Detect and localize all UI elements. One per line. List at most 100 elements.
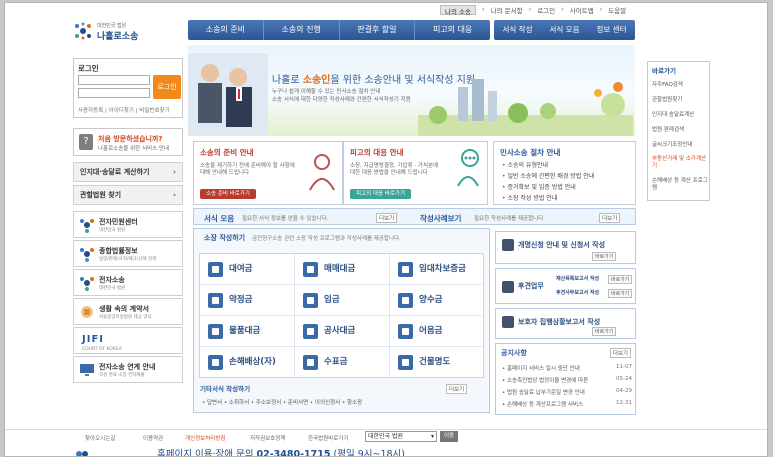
sample-cases-more-button[interactable]: 더보기 — [599, 213, 621, 223]
nav-form-writing[interactable]: 서식 작성 — [494, 20, 541, 40]
login-links[interactable]: 사용자등록 | 아이디찾기 | 비밀번호찾기 — [78, 106, 170, 114]
banner-legal-info[interactable]: 종합법률정보 법령/판례/규칙/예규/선례 검색 — [73, 240, 183, 267]
footer-copyright-link[interactable]: 저작권보호정책 — [250, 434, 285, 442]
form-collection-more-button[interactable]: 더보기 — [376, 213, 398, 223]
document-icon — [208, 293, 223, 308]
other-forms-more-button[interactable]: 더보기 — [446, 384, 468, 394]
site-logo[interactable]: 대한민국 법원 나홀로소송 — [73, 19, 153, 45]
quick-link-find-court[interactable]: 관할법원찾기 — [652, 97, 708, 104]
document-icon — [398, 262, 413, 277]
name-change-box[interactable]: 개명신청 안내 및 신청서 작성 바로가기 — [495, 231, 636, 264]
protective-report-box[interactable]: 보호자 집행상황보고서 작성 바로가기 — [495, 308, 636, 339]
footer-directions-link[interactable]: 찾아오시는길 — [85, 434, 115, 442]
login-link[interactable]: 로그인 — [537, 5, 555, 15]
user-id-input[interactable] — [78, 75, 150, 85]
sub-nav: 서식 작성 서식 모음 정보 센터 — [494, 20, 635, 40]
claim-check[interactable]: 수표금 — [295, 347, 390, 378]
document-icon — [502, 239, 514, 251]
complaint-writer-title: 소장 작성하기 — [204, 234, 246, 242]
banner-jifi[interactable]: JIFI COURT OF KOREA — [73, 327, 183, 354]
nav-after-judgment[interactable]: 판결후 할일 — [340, 20, 416, 40]
nav-defendant-response[interactable]: 피고의 대응 — [415, 20, 490, 40]
nav-lawsuit-progress[interactable]: 소송의 진행 — [264, 20, 340, 40]
guardian-report-label: 후견사무보고서 작성 — [556, 290, 600, 296]
claim-wages[interactable]: 임금 — [295, 285, 390, 316]
quick-link-faq[interactable]: 자주FAQ검색 — [652, 82, 708, 89]
quick-link-damages-calc[interactable]: 손해배상 등 계산 프로그램 — [652, 178, 708, 192]
claim-sale-price[interactable]: 매매대금 — [295, 254, 390, 285]
sample-cases-title: 작성사례보기 — [420, 214, 462, 223]
chat-person-icon — [457, 149, 479, 187]
notice-item[interactable]: • 법원 송달료 납부기준일 변경 안내 04-29 — [502, 388, 632, 396]
procedure-link[interactable]: 소송의 유형안내 — [502, 160, 548, 169]
notice-item[interactable]: • 홈페이지 서비스 일시 중단 안내 11-07 — [502, 364, 632, 372]
court-site-select[interactable]: 대한민국 법원 ▾ — [365, 431, 437, 442]
banner-e-litigation-link[interactable]: 전자소송 연계 안내 작성 완료 소장 전자제출 — [73, 356, 183, 383]
password-input[interactable] — [78, 88, 150, 98]
logo-title: 나홀로소송 — [97, 32, 139, 42]
footer-privacy-link[interactable]: 개인정보처리방침 — [185, 434, 225, 442]
my-lawsuit-link[interactable]: 나의 소송 — [440, 5, 476, 16]
first-visit-subtitle: 나홀로소송을 위한 서비스 안내 — [98, 146, 170, 152]
quick-link-property-calc[interactable]: 부동산거래 및 소가계산기 — [652, 156, 708, 170]
defendant-response-box: 피고의 대응 안내 소장, 지급명령결정, 가압류 · 가처분에 대한 대응 방법… — [343, 141, 488, 205]
procedure-link[interactable]: 일반 소송에 간편한 배경 방법 안내 — [502, 171, 594, 180]
notice-item[interactable]: • 손해배상 등 계산프로그램 서비스 12-31 — [502, 400, 632, 408]
my-documents-link[interactable]: 나의 문서함 — [491, 5, 523, 15]
city-illustration — [418, 79, 633, 136]
sitemap-link[interactable]: 사이트맵 — [570, 5, 594, 15]
document-icon — [303, 355, 318, 370]
nav-form-collection[interactable]: 서식 모음 — [541, 20, 588, 40]
go-button[interactable]: 이동 — [440, 431, 458, 442]
property-report-shortcut[interactable]: 바로가기 — [608, 275, 633, 284]
document-icon — [208, 324, 223, 339]
quick-link-font-size[interactable]: 글씨크기조정안내 — [652, 142, 708, 149]
defendant-response-button[interactable]: 피고의 대응 바로가기 — [350, 189, 412, 199]
login-button[interactable]: 로그인 — [153, 75, 181, 99]
login-box: 로그인 로그인 사용자등록 | 아이디찾기 | 비밀번호찾기 — [73, 58, 183, 118]
banner-contracts[interactable]: 생활 속의 계약서 서울중앙지방법원 제공 양식 — [73, 298, 183, 325]
protective-report-shortcut[interactable]: 바로가기 — [592, 327, 617, 336]
nav-info-center[interactable]: 정보 센터 — [588, 20, 635, 40]
claim-transfer-money[interactable]: 양수금 — [390, 285, 485, 316]
procedure-link[interactable]: 소장 작성 방법 안내 — [502, 193, 557, 202]
page: 나의 소송 › 나의 문서함 › 로그인 › 사이트맵 › 도움말 대한민국 법원 나홀… — [4, 2, 768, 457]
banner-e-civil-center[interactable]: 전자민원센터 대한민국 법원 — [73, 211, 183, 238]
claim-damages-car[interactable]: 손해배상(자) — [200, 347, 295, 378]
nav-lawsuit-prep[interactable]: 소송의 준비 — [188, 20, 264, 40]
notice-item[interactable]: • 소송촉진법상 법정이율 변경에 따른 05-24 — [502, 376, 632, 384]
guardian-report-shortcut[interactable]: 바로가기 — [608, 289, 633, 298]
claim-agreed-money[interactable]: 약정금 — [200, 285, 295, 316]
lawsuit-prep-button[interactable]: 소송 준비 바로가기 — [200, 189, 256, 199]
claim-loan[interactable]: 대여금 — [200, 254, 295, 285]
procedure-link[interactable]: 증거확보 및 입증 방법 안내 — [502, 182, 575, 191]
banner-e-litigation[interactable]: 전자소송 대한민국 법원 — [73, 269, 183, 296]
quick-link-fee[interactable]: 인지대·송달료계산 — [652, 112, 708, 119]
court-logo-icon — [80, 248, 94, 262]
document-icon — [398, 293, 413, 308]
claim-building-eviction[interactable]: 건물명도 — [390, 347, 485, 378]
claim-promissory-note[interactable]: 어음금 — [390, 316, 485, 347]
lawsuit-prep-title: 소송의 준비 안내 — [200, 148, 254, 157]
find-court-button[interactable]: 관할법원 찾기 › — [73, 185, 183, 205]
document-icon — [303, 262, 318, 277]
help-link[interactable]: 도움말 — [608, 5, 626, 15]
fee-calculator-button[interactable]: 인지대·송달료 계산하기 › — [73, 162, 183, 182]
notice-more-button[interactable]: 더보기 — [609, 348, 631, 358]
name-change-shortcut[interactable]: 바로가기 — [592, 252, 617, 261]
footer-terms-link[interactable]: 이용약관 — [143, 434, 163, 442]
notice-title: 공지사항 — [501, 349, 527, 357]
footer-court-link[interactable]: 한국법원바로가기 — [308, 434, 348, 442]
first-visit-box[interactable]: ? 처음 방문하셨습니까? 나홀로소송을 위한 서비스 안내 — [73, 128, 183, 156]
quick-link-case-search[interactable]: 법원·판례검색 — [652, 127, 708, 134]
chevron-right-icon: › — [173, 191, 176, 199]
claim-lease-deposit[interactable]: 임대차보증금 — [390, 254, 485, 285]
sample-cases-desc: 필요한 작성사례를 제공합니다. — [474, 216, 546, 222]
claim-construction-price[interactable]: 공사대금 — [295, 316, 390, 347]
claim-goods-price[interactable]: 물품대금 — [200, 316, 295, 347]
chevron-right-icon: › — [173, 168, 176, 176]
guardianship-box: 후견업무 재산목록보고서 작성 후견사무보고서 작성 바로가기 바로가기 — [495, 268, 636, 304]
other-forms-title: 기타서식 작성하기 — [200, 385, 251, 393]
chevron-down-icon: ▾ — [430, 433, 434, 440]
other-forms-links[interactable]: • 답변서 • 소취하서 • 주소보정서 • 준비서면 • 이의신청서 • 항소… — [202, 398, 362, 406]
